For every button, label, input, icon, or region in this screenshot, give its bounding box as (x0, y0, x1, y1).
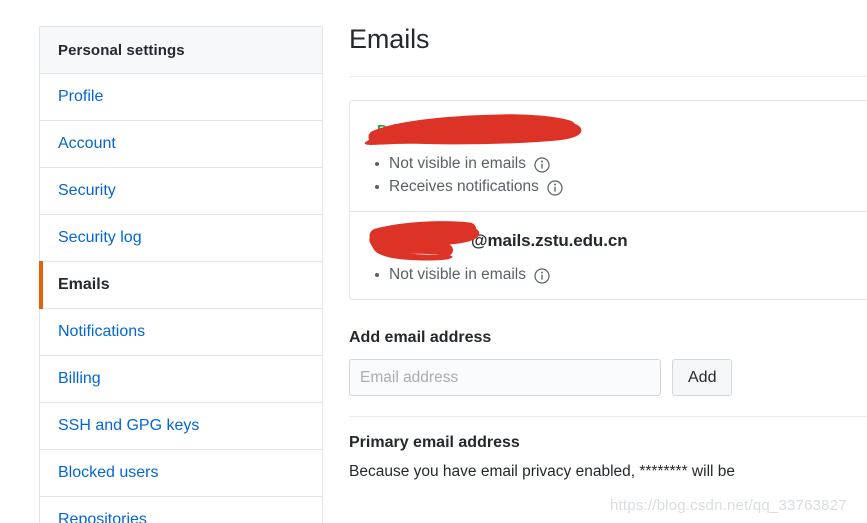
sidebar-item-security-log[interactable]: Security log (40, 215, 322, 262)
add-email-form: Add (349, 359, 867, 396)
email-flag-label: Not visible in emails (389, 266, 526, 283)
sidebar-item-label: Blocked users (58, 464, 159, 481)
primary-badge: Primary (377, 121, 433, 139)
primary-email-label: Primary email address (349, 434, 520, 451)
sidebar-item-notifications[interactable]: Notifications (40, 309, 322, 356)
sidebar-header: Personal settings (40, 27, 322, 74)
add-email-section: Add email address Add (349, 329, 867, 417)
sidebar-item-label: Security log (58, 229, 142, 246)
email-flag-item: Not visible in emails (361, 263, 867, 286)
email-flag-label: Not visible in emails (389, 155, 526, 172)
page-title: Emails (349, 24, 430, 54)
sidebar-item-ssh-and-gpg-keys[interactable]: SSH and GPG keys (40, 403, 322, 450)
primary-email-description: Because you have email privacy enabled, … (349, 463, 736, 480)
title-divider (349, 76, 867, 77)
email-entry: @mails.zstu.edu.cn Not visible in emails (350, 211, 867, 299)
add-email-button[interactable]: Add (672, 359, 733, 396)
email-address-row: Primary (361, 114, 867, 145)
sidebar-item-emails[interactable]: Emails (39, 261, 322, 309)
sidebar-item-label: Account (58, 135, 116, 152)
sidebar-item-label: SSH and GPG keys (58, 417, 200, 434)
sidebar-item-repositories[interactable]: Repositories (40, 497, 322, 523)
email-flags-list: Not visible in emails (361, 263, 867, 286)
email-list-card: Primary Not visible in emails Receives n… (349, 100, 867, 300)
sidebar-item-account[interactable]: Account (40, 121, 322, 168)
sidebar-item-label: Emails (58, 276, 110, 293)
sidebar-item-label: Billing (58, 370, 101, 387)
watermark: https://blog.csdn.net/qq_33763827 (610, 497, 847, 514)
sidebar-item-label: Notifications (58, 323, 146, 340)
sidebar-item-blocked-users[interactable]: Blocked users (40, 450, 322, 497)
main-content: Emails Primary Not visible in emails Rec… (349, 22, 867, 483)
sidebar-item-label: Repositories (58, 511, 147, 523)
email-flag-item: Not visible in emails (361, 152, 867, 175)
personal-settings-sidebar: Personal settings Profile Account Security… (39, 26, 323, 523)
sidebar-item-security[interactable]: Security (40, 168, 322, 215)
info-icon[interactable] (547, 179, 563, 196)
settings-page: Personal settings Profile Account Security… (0, 0, 867, 523)
email-address-input[interactable] (349, 359, 661, 396)
sidebar-item-label: Security (58, 182, 116, 199)
email-address-row: @mails.zstu.edu.cn (361, 221, 867, 261)
sidebar-item-label: Profile (58, 88, 104, 105)
email-flags-list: Not visible in emails Receives notificati… (361, 152, 867, 198)
primary-email-section: Primary email address Because you have e… (349, 434, 867, 483)
info-icon[interactable] (442, 123, 458, 139)
sidebar-item-billing[interactable]: Billing (40, 356, 322, 403)
info-icon[interactable] (534, 156, 550, 173)
email-entry: Primary Not visible in emails Receives n… (350, 101, 867, 211)
add-email-label: Add email address (349, 329, 492, 346)
form-divider (349, 416, 867, 417)
email-address-text: @mails.zstu.edu.cn (471, 231, 628, 250)
sidebar-item-profile[interactable]: Profile (40, 74, 322, 121)
info-icon[interactable] (534, 267, 550, 284)
email-flag-item: Receives notifications (361, 175, 867, 198)
email-flag-label: Receives notifications (389, 178, 539, 195)
